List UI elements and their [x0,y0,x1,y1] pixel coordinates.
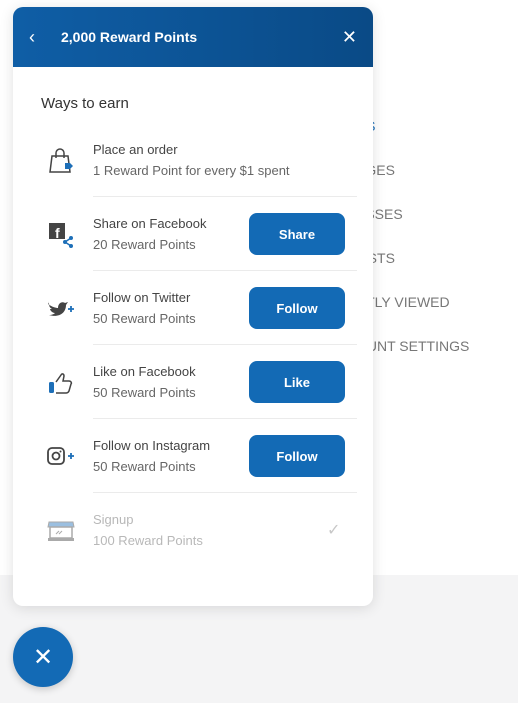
earn-item-facebook-share: f Share on Facebook 20 Reward Points Sha… [41,197,357,271]
chevron-left-icon[interactable]: ‹ [29,27,49,48]
item-points: 50 Reward Points [93,385,196,400]
close-icon[interactable]: ✕ [342,27,357,48]
shopping-bag-icon [49,148,73,173]
like-button[interactable]: Like [249,361,345,403]
panel-title: 2,000 Reward Points [61,29,198,45]
item-points: 20 Reward Points [93,237,196,252]
earn-item-instagram: Follow on Instagram 50 Reward Points Fol… [41,419,357,493]
earn-item-signup: Signup 100 Reward Points ✓ [41,493,357,567]
twitter-follow-icon [48,301,74,316]
close-icon: ✕ [32,643,54,671]
follow-instagram-button[interactable]: Follow [249,435,345,477]
close-rewards-button[interactable]: ✕ [13,627,73,687]
item-title: Follow on Twitter [93,290,191,305]
rewards-panel: ‹ 2,000 Reward Points ✕ Ways to earn Pla… [13,7,373,606]
item-points: 1 Reward Point for every $1 spent [93,163,290,178]
earn-item-twitter: Follow on Twitter 50 Reward Points Follo… [41,271,357,345]
item-points: 50 Reward Points [93,311,196,326]
item-title: Follow on Instagram [93,438,211,453]
item-points: 100 Reward Points [93,533,203,548]
panel-header: ‹ 2,000 Reward Points ✕ [13,7,373,67]
facebook-share-icon: f [49,223,73,248]
item-title: Like on Facebook [93,364,196,379]
follow-twitter-button[interactable]: Follow [249,287,345,329]
earn-item-order: Place an order 1 Reward Point for every … [41,123,357,197]
item-title: Signup [93,512,134,527]
store-icon [47,521,75,541]
item-title: Share on Facebook [93,216,207,231]
item-title: Place an order [93,142,178,157]
earn-item-facebook-like: Like on Facebook 50 Reward Points Like [41,345,357,419]
section-title: Ways to earn [41,95,129,112]
thumbs-up-icon [49,373,73,394]
share-button[interactable]: Share [249,213,345,255]
item-points: 50 Reward Points [93,459,196,474]
checkmark-icon: ✓ [327,522,341,539]
svg-text:f: f [55,225,60,241]
instagram-follow-icon [47,447,74,465]
